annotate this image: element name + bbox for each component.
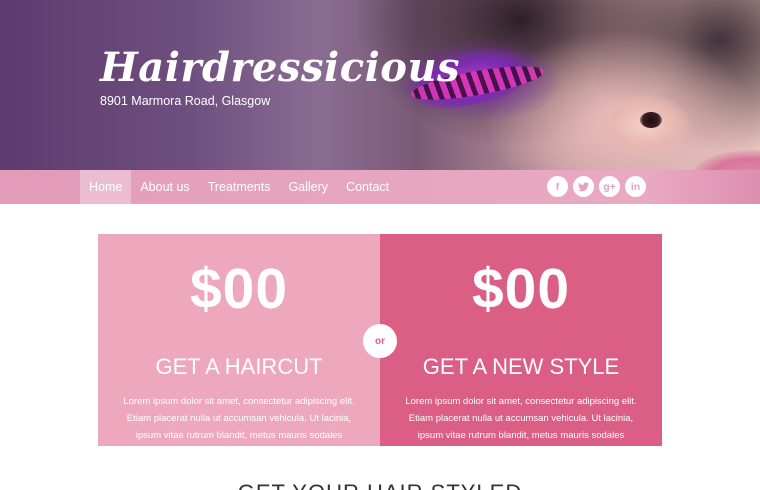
main-nav: Home About us Treatments Gallery Contact (80, 170, 398, 204)
pricing-card-title[interactable]: GET A HAIRCUT (98, 354, 380, 380)
nostril-shape (640, 112, 662, 128)
twitter-icon[interactable] (573, 176, 594, 197)
pricing-card-description: Lorem ipsum dolor sit amet, consectetur … (405, 396, 637, 441)
nav-item-home[interactable]: Home (80, 170, 132, 204)
site-logo[interactable]: Hairdressicious (100, 44, 460, 92)
site-address: 8901 Marmora Road, Glasgow (100, 94, 271, 108)
section-heading: GET YOUR HAIR STYLED (0, 480, 760, 490)
price-value: $00 (189, 257, 289, 321)
hero-banner: Hairdressicious 8901 Marmora Road, Glasg… (0, 0, 760, 170)
navigation-bar: Home About us Treatments Gallery Contact… (0, 170, 760, 204)
nav-item-treatments[interactable]: Treatments (199, 170, 280, 204)
social-links: f g+ in (547, 176, 646, 197)
twitter-bird-glyph (578, 181, 589, 191)
linkedin-icon[interactable]: in (625, 176, 646, 197)
or-badge: or (363, 324, 397, 358)
pricing-card-haircut: $00 GET A HAIRCUT Lorem ipsum dolor sit … (98, 234, 380, 446)
pricing-card-title[interactable]: GET A NEW STYLE (380, 354, 662, 380)
lip-shape (690, 150, 760, 170)
brand: Hairdressicious 8901 Marmora Road, Glasg… (100, 44, 460, 108)
google-plus-icon[interactable]: g+ (599, 176, 620, 197)
price-value: $00 (471, 257, 571, 321)
nav-item-about-us[interactable]: About us (131, 170, 198, 204)
pricing-section: $00 GET A HAIRCUT Lorem ipsum dolor sit … (98, 234, 662, 446)
page: Hairdressicious 8901 Marmora Road, Glasg… (0, 0, 760, 490)
pricing-card-description: Lorem ipsum dolor sit amet, consectetur … (123, 396, 355, 441)
nav-item-gallery[interactable]: Gallery (279, 170, 337, 204)
nav-item-contact[interactable]: Contact (337, 170, 398, 204)
facebook-icon[interactable]: f (547, 176, 568, 197)
pricing-card-new-style: $00 GET A NEW STYLE Lorem ipsum dolor si… (380, 234, 662, 446)
